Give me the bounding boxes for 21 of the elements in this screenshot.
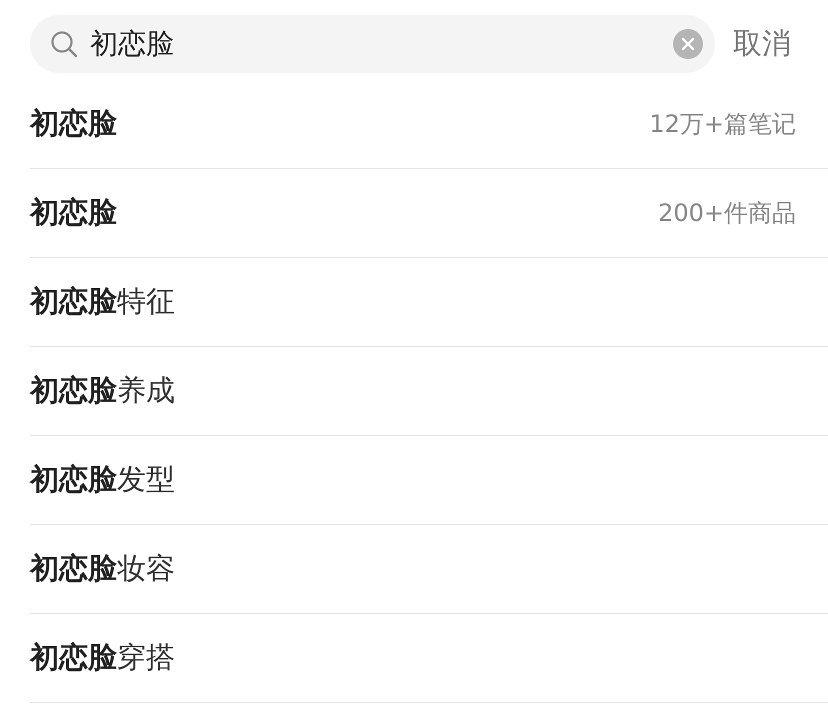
search-bar[interactable]: 初恋脸 bbox=[30, 15, 715, 73]
suggestion-item[interactable]: 初恋脸发型 bbox=[30, 436, 828, 525]
suggestion-item[interactable]: 初恋脸穿搭 bbox=[30, 614, 828, 703]
result-count: 200+件商品 bbox=[658, 198, 796, 229]
suggestion-text: 初恋脸 bbox=[30, 105, 117, 142]
cancel-button[interactable]: 取消 bbox=[733, 22, 791, 66]
suggestion-text: 初恋脸发型 bbox=[30, 461, 175, 498]
suggestion-text: 初恋脸特征 bbox=[30, 283, 175, 320]
suggestion-text: 初恋脸养成 bbox=[30, 372, 175, 410]
suggestion-item[interactable]: 初恋脸 200+件商品 bbox=[30, 169, 828, 258]
suggestion-text: 初恋脸穿搭 bbox=[30, 639, 175, 676]
suggestion-text: 初恋脸 bbox=[30, 194, 117, 232]
suggestion-item[interactable]: 初恋脸特征 bbox=[30, 258, 828, 347]
suggestion-item[interactable]: 初恋脸养成 bbox=[30, 347, 828, 436]
suggestion-item[interactable]: 初恋脸妆容 bbox=[30, 525, 828, 614]
suggestion-item[interactable]: 初恋脸 12万+篇笔记 bbox=[30, 80, 828, 169]
suggestion-text: 初恋脸妆容 bbox=[30, 550, 175, 588]
result-count: 12万+篇笔记 bbox=[649, 109, 796, 140]
search-icon bbox=[50, 30, 78, 58]
search-field[interactable]: 初恋脸 bbox=[78, 23, 673, 65]
clear-icon[interactable] bbox=[673, 29, 703, 59]
